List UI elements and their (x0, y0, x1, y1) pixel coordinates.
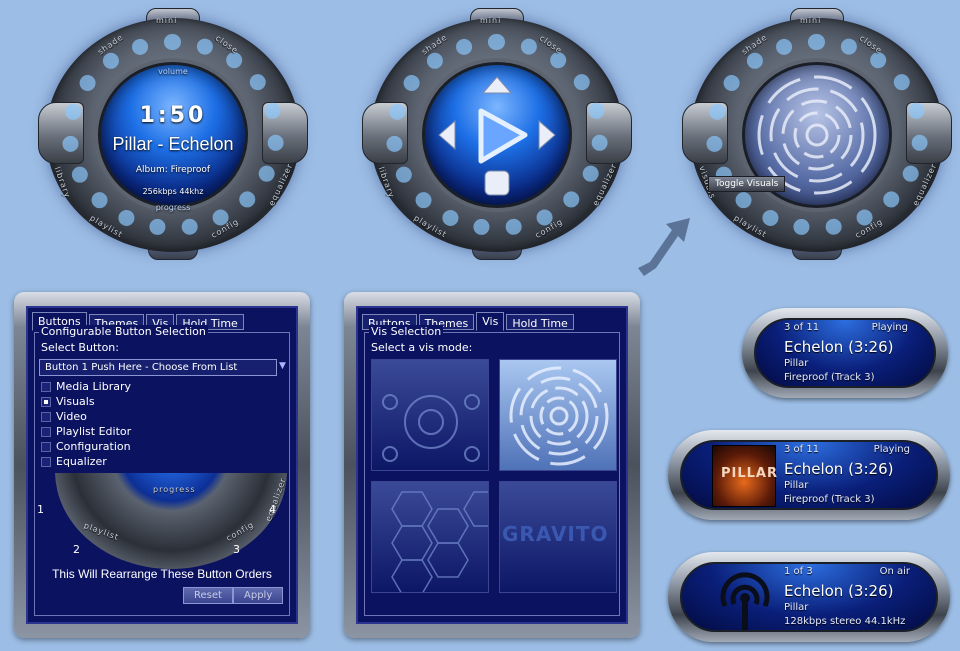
checkbox[interactable] (41, 426, 51, 437)
option-equalizer[interactable]: Equalizer (41, 454, 131, 469)
mini-screen: 3 of 11 Playing Echelon (3:26) Pillar Fi… (754, 318, 936, 388)
mini-player-1: 3 of 11 Playing Echelon (3:26) Pillar Fi… (742, 308, 948, 398)
option-label: Visuals (56, 395, 95, 408)
number-2: 2 (73, 543, 80, 556)
track-count: 3 of 11 (784, 322, 820, 333)
volume-up-icon[interactable] (481, 76, 513, 94)
previous-icon[interactable] (438, 119, 456, 151)
progress-label: progress (153, 485, 196, 494)
album-art-text: PILLAR (721, 466, 779, 481)
reset-button[interactable]: Reset (183, 587, 233, 604)
option-label: Playlist Editor (56, 425, 132, 438)
group-title: Configurable Button Selection (39, 325, 208, 338)
number-4: 4 (269, 503, 276, 516)
vis-selection-group: Vis Selection Select a vis mode: GRAVITO (364, 325, 620, 616)
apply-button[interactable]: Apply (233, 587, 284, 604)
mini-screen: 1 of 3 On air Echelon (3:26) Pillar 128k… (680, 562, 938, 632)
track-title: Echelon (3:26) (784, 338, 894, 356)
button-select-dropdown[interactable]: Button 1 Push Here - Choose From List (39, 359, 277, 376)
group-title: Vis Selection (369, 325, 444, 338)
mini-label[interactable]: mini (480, 16, 501, 25)
play-state: Playing (873, 444, 910, 455)
track-count: 1 of 3 (784, 566, 813, 577)
arrow-icon (638, 218, 690, 276)
option-label: Media Library (56, 380, 131, 393)
player-1: mini shade close library equalizer playl… (38, 8, 308, 260)
vis-option-speaker[interactable] (371, 359, 489, 471)
play-state: Playing (871, 322, 908, 333)
player-2: mini shade close library equalizer playl… (362, 8, 632, 260)
track-title: Echelon (3:26) (784, 582, 894, 600)
mini-label[interactable]: mini (800, 16, 821, 25)
select-vis-label: Select a vis mode: (371, 341, 473, 354)
hexagon-icon (391, 491, 488, 592)
options-list: Media Library Visuals Video Playlist Edi… (41, 379, 131, 469)
speaker-icon (382, 394, 480, 462)
panel-body: Buttons Themes Vis Hold Time Configurabl… (26, 306, 298, 624)
chevron-down-icon[interactable]: ▼ (279, 361, 286, 371)
vis-option-gravity[interactable]: GRAVITO (499, 481, 617, 593)
option-video[interactable]: Video (41, 409, 131, 424)
option-playlist-editor[interactable]: Playlist Editor (41, 424, 131, 439)
play-state: On air (879, 566, 910, 577)
option-media-library[interactable]: Media Library (41, 379, 131, 394)
track-title: Pillar - Echelon (112, 134, 234, 154)
player-3: mini shade close visuals equalizer playl… (682, 8, 952, 260)
display-face: volume 1:50 Pillar - Echelon Album: Fire… (98, 62, 248, 212)
next-icon[interactable] (538, 119, 556, 151)
checkbox[interactable] (41, 396, 51, 407)
mini-label[interactable]: mini (156, 16, 177, 25)
time-display: 1:50 (139, 103, 207, 128)
rearrange-note: This Will Rearrange These Button Orders (52, 567, 272, 581)
panel-body: Buttons Themes Vis Hold Time Vis Selecti… (356, 306, 628, 624)
volume-label[interactable]: volume (101, 67, 245, 76)
radar-icon (509, 366, 609, 466)
mini-player-2: PILLAR 3 of 11 Playing Echelon (3:26) Pi… (668, 430, 950, 520)
vis-option-hexagons[interactable] (371, 481, 489, 593)
progress-label[interactable]: progress (101, 203, 245, 212)
track-count: 3 of 11 (784, 444, 820, 455)
broadcast-icon (720, 572, 770, 630)
buttons-config-window: Buttons Themes Vis Hold Time Configurabl… (14, 292, 310, 638)
album-name: Album: Fireproof (135, 165, 211, 175)
option-configuration[interactable]: Configuration (41, 439, 131, 454)
stop-icon[interactable] (484, 170, 510, 196)
gravity-text: GRAVITO (502, 522, 609, 546)
controls-face (422, 62, 572, 208)
vis-config-window: Buttons Themes Vis Hold Time Vis Selecti… (344, 292, 640, 638)
select-button-label: Select Button: (41, 341, 119, 354)
option-label: Equalizer (56, 455, 107, 468)
option-visuals[interactable]: Visuals (41, 394, 131, 409)
number-3: 3 (233, 543, 240, 556)
checkbox[interactable] (41, 381, 51, 392)
option-label: Configuration (56, 440, 131, 453)
tab-hold-time[interactable]: Hold Time (506, 314, 574, 330)
toggle-visuals-tooltip: Toggle Visuals (708, 176, 786, 192)
ring-preview: progress playlist config equalizer (55, 473, 287, 569)
tab-vis[interactable]: Vis (476, 312, 505, 331)
button-selection-group: Configurable Button Selection Select But… (34, 325, 290, 616)
checkbox[interactable] (41, 441, 51, 452)
checkbox[interactable] (41, 411, 51, 422)
checkbox[interactable] (41, 456, 51, 467)
mini-player-3: 1 of 3 On air Echelon (3:26) Pillar 128k… (668, 552, 950, 642)
artist-name: Pillar (784, 480, 809, 491)
track-detail: Fireproof (Track 3) (784, 372, 875, 383)
artist-name: Pillar (784, 358, 809, 369)
vis-option-radar[interactable] (499, 359, 617, 471)
number-1: 1 (37, 503, 44, 516)
play-icon[interactable] (478, 108, 528, 164)
album-art: PILLAR (712, 445, 779, 507)
track-detail: 128kbps stereo 44.1kHz (784, 616, 906, 627)
artist-name: Pillar (784, 602, 809, 613)
track-title: Echelon (3:26) (784, 460, 894, 478)
option-label: Video (56, 410, 87, 423)
dropdown-value: Button 1 Push Here - Choose From List (45, 362, 238, 373)
track-detail: Fireproof (Track 3) (784, 494, 875, 505)
mini-screen: PILLAR 3 of 11 Playing Echelon (3:26) Pi… (680, 440, 938, 510)
bitrate-info: 256kbps 44khz (142, 187, 204, 196)
